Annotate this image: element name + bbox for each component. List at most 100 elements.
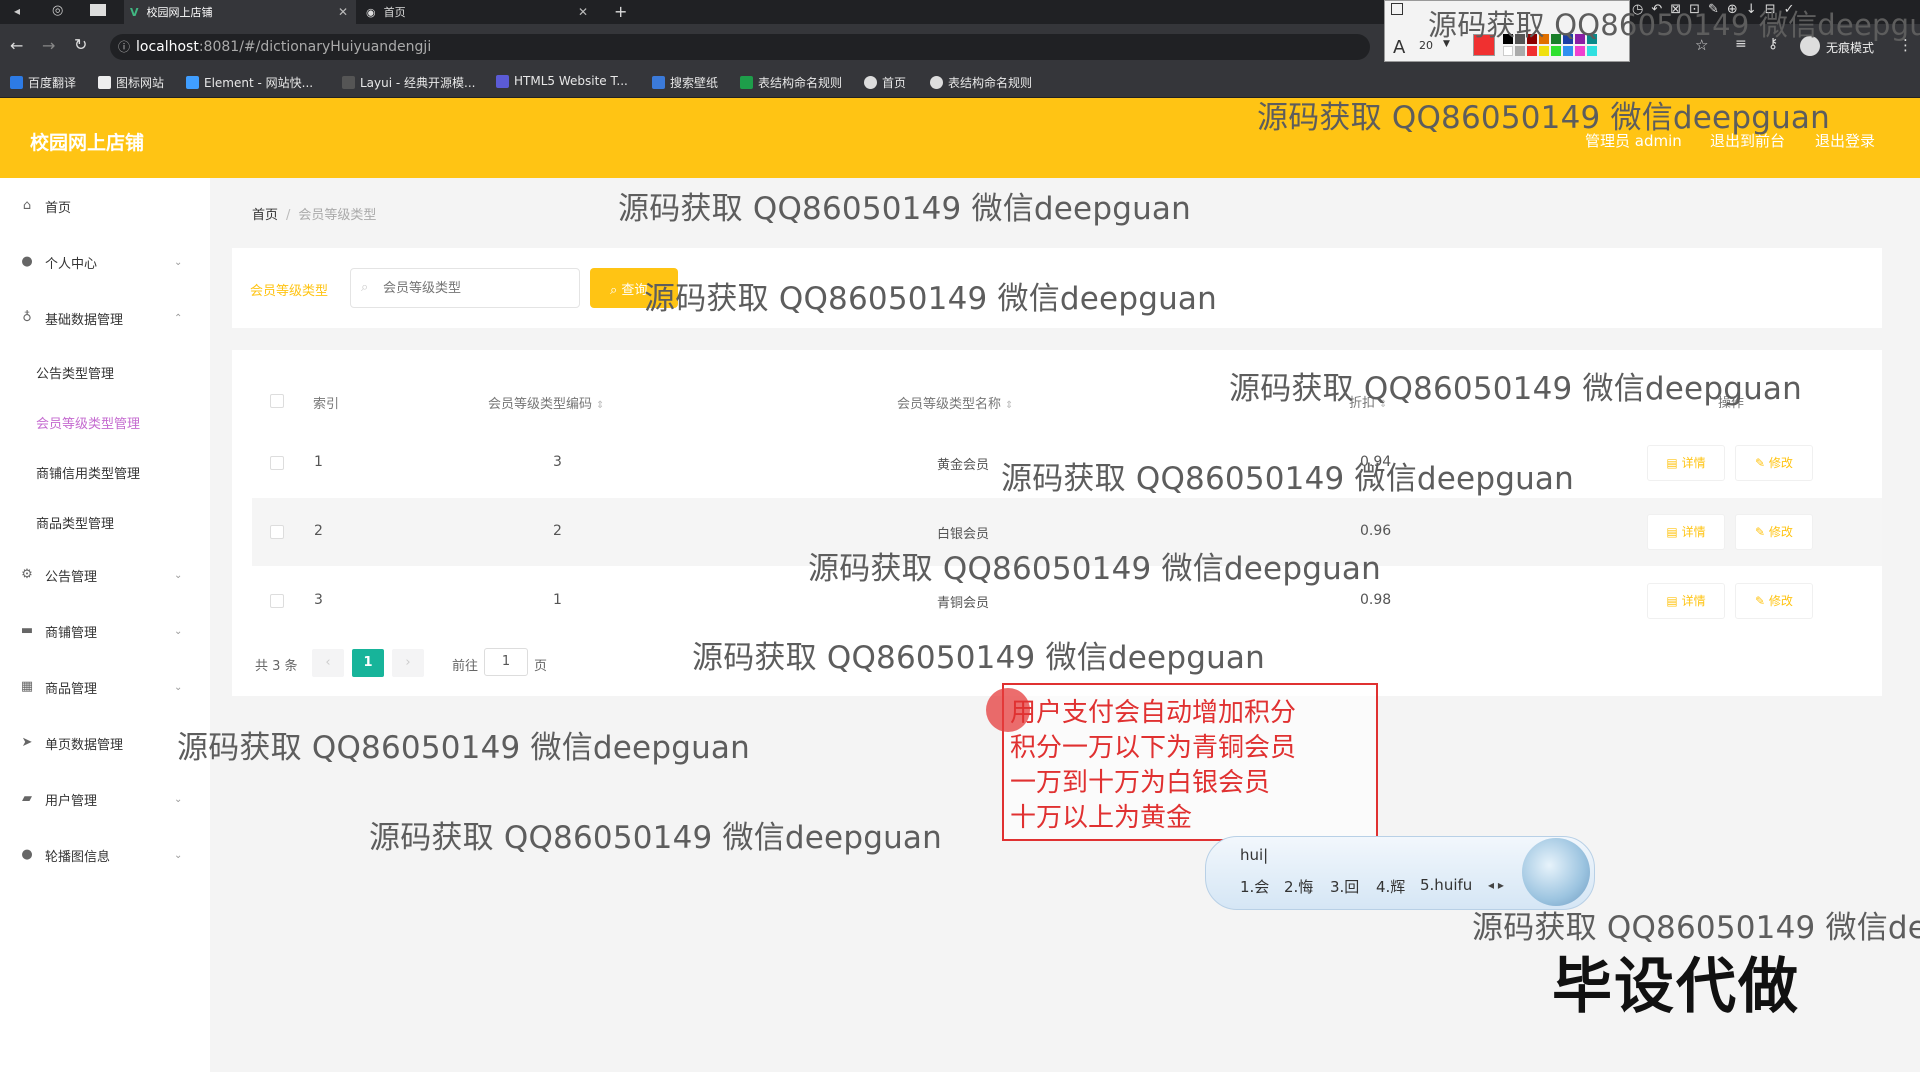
- forward-arrow-icon[interactable]: →: [42, 36, 55, 55]
- sidebar-item-profile[interactable]: ● 个人中心 ⌄: [0, 242, 200, 282]
- sidebar-item-home[interactable]: ⌂ 首页: [0, 186, 200, 226]
- pagination-total: 共 3 条: [255, 659, 298, 674]
- ime-page-arrows-icon[interactable]: ◂ ▸: [1488, 878, 1504, 892]
- watermark: 源码获取 QQ86050149 微信deepguan: [177, 730, 750, 766]
- annotation-line: 十万以上为黄金: [1010, 803, 1193, 833]
- breadcrumb-home[interactable]: 首页: [252, 208, 278, 223]
- sidebar-item-label: 商品管理: [45, 681, 98, 697]
- col-header-code[interactable]: 会员等级类型编码 ⇕: [488, 393, 604, 412]
- color-swatch[interactable]: [1503, 46, 1513, 56]
- sort-icon[interactable]: ⇕: [1005, 400, 1013, 411]
- bookmark-item[interactable]: HTML5 Website T...: [496, 74, 628, 88]
- color-swatch[interactable]: [1563, 46, 1573, 56]
- reload-icon[interactable]: ↻: [74, 35, 87, 54]
- text-tool-icon[interactable]: A: [1393, 37, 1405, 58]
- color-swatch[interactable]: [1527, 46, 1537, 56]
- edit-icon: ✎: [1755, 525, 1769, 539]
- cell-index: 2: [314, 523, 323, 539]
- tab-close-icon[interactable]: ✕: [338, 5, 348, 19]
- detail-button[interactable]: ▤ 详情: [1647, 514, 1725, 550]
- sidebar-item-label: 公告管理: [45, 569, 98, 585]
- back-audio-icon[interactable]: ◂: [14, 4, 20, 18]
- col-header-name[interactable]: 会员等级类型名称 ⇕: [897, 393, 1013, 412]
- ime-candidate[interactable]: 5.huifu: [1420, 876, 1472, 894]
- sort-icon[interactable]: ⇕: [596, 400, 604, 411]
- bookmark-item[interactable]: 百度翻译: [10, 74, 76, 91]
- sidebar-item-users[interactable]: ▰ 用户管理 ⌄: [0, 779, 200, 819]
- sidebar-sub-member-level[interactable]: 会员等级类型管理: [36, 413, 140, 432]
- color-swatch[interactable]: [1551, 46, 1561, 56]
- sidebar-item-label: 首页: [45, 200, 72, 216]
- tab-shop[interactable]: V 校园网上店铺 ✕: [124, 0, 356, 24]
- bookmark-item[interactable]: Element - 网站快...: [186, 74, 313, 91]
- home-icon: ⌂: [22, 198, 32, 213]
- grid-icon: ▦: [20, 679, 34, 694]
- sidebar-item-shop[interactable]: ▬ 商铺管理 ⌄: [0, 611, 200, 651]
- chevron-down-icon: ⌄: [174, 793, 183, 805]
- color-swatch[interactable]: [1587, 46, 1597, 56]
- html5-icon: [496, 74, 509, 88]
- bookmark-label: 搜索壁纸: [670, 76, 719, 90]
- edit-button[interactable]: ✎ 修改: [1735, 583, 1813, 619]
- info-icon[interactable]: ⓘ: [118, 34, 130, 60]
- sidebar-sub-goods-type[interactable]: 商品类型管理: [36, 513, 114, 532]
- prev-page-button[interactable]: ‹: [312, 649, 344, 677]
- ime-candidate[interactable]: 1.会: [1240, 876, 1269, 897]
- edit-button[interactable]: ✎ 修改: [1735, 514, 1813, 550]
- row-checkbox[interactable]: [270, 525, 284, 539]
- detail-button[interactable]: ▤ 详情: [1647, 445, 1725, 481]
- chevron-down-icon: ⌄: [174, 625, 183, 637]
- cell-index: 1: [314, 454, 323, 470]
- page-1-button[interactable]: 1: [352, 649, 384, 677]
- edit-icon: ✎: [1755, 456, 1769, 470]
- row-checkbox[interactable]: [270, 594, 284, 608]
- goto-page-input[interactable]: 1: [484, 648, 528, 676]
- sidebar-item-single-page[interactable]: ➤ 单页数据管理: [0, 723, 200, 763]
- detail-button[interactable]: ▤ 详情: [1647, 583, 1725, 619]
- row-checkbox[interactable]: [270, 456, 284, 470]
- bookmark-label: HTML5 Website T...: [514, 74, 628, 88]
- search-label: 会员等级类型: [250, 284, 329, 299]
- ime-candidate[interactable]: 4.辉: [1376, 876, 1405, 897]
- next-page-button[interactable]: ›: [392, 649, 424, 677]
- bookmark-item[interactable]: 图标网站: [98, 74, 164, 91]
- sidebar-item-notice[interactable]: ⚙ 公告管理 ⌄: [0, 555, 200, 595]
- bookmark-label: 百度翻译: [28, 76, 77, 90]
- sidebar-sub-shop-credit[interactable]: 商铺信用类型管理: [36, 463, 140, 482]
- tab-close-icon[interactable]: ✕: [578, 5, 588, 19]
- rect-tool-icon[interactable]: [1391, 3, 1403, 15]
- sidebar-item-goods[interactable]: ▦ 商品管理 ⌄: [0, 667, 200, 707]
- sidebar-sub-notice-type[interactable]: 公告类型管理: [36, 363, 114, 382]
- sidebar-item-carousel[interactable]: ● 轮播图信息 ⌄: [0, 835, 200, 875]
- window-icon[interactable]: [90, 4, 106, 16]
- bookmark-label: Layui - 经典开源模...: [360, 76, 476, 90]
- search-icon: ⌕: [361, 280, 369, 295]
- sidebar-item-base-data[interactable]: ♁ 基础数据管理 ⌃: [0, 298, 200, 338]
- watermark: 源码获取 QQ86050149 微信deepguan: [369, 820, 942, 856]
- url-field[interactable]: ⓘ localhost:8081/#/dictionaryHuiyuandeng…: [110, 34, 1370, 60]
- ime-candidate[interactable]: 3.回: [1330, 876, 1359, 897]
- new-tab-icon[interactable]: +: [614, 2, 627, 21]
- ime-candidate[interactable]: 2.悔: [1284, 876, 1313, 897]
- cell-index: 3: [314, 592, 323, 608]
- edit-button[interactable]: ✎ 修改: [1735, 445, 1813, 481]
- bookmark-item[interactable]: 首页: [864, 74, 906, 91]
- edit-button-label: 修改: [1768, 525, 1793, 539]
- color-swatch[interactable]: [1515, 46, 1525, 56]
- layui-icon: [342, 76, 355, 89]
- bookmark-item[interactable]: 表结构命名规则: [930, 74, 1032, 91]
- color-swatch[interactable]: [1575, 46, 1585, 56]
- flag-icon: [98, 76, 111, 89]
- search-input[interactable]: [350, 268, 580, 308]
- browser-icon[interactable]: ◎: [52, 3, 63, 18]
- url-path: :8081/#/dictionaryHuiyuandengji: [198, 39, 432, 55]
- color-swatch[interactable]: [1539, 46, 1549, 56]
- back-arrow-icon[interactable]: ←: [10, 36, 23, 55]
- bookmark-item[interactable]: 搜索壁纸: [652, 74, 718, 91]
- bookmark-item[interactable]: Layui - 经典开源模...: [342, 74, 475, 91]
- user-icon: ●: [21, 254, 33, 269]
- doc-icon: ▤: [1666, 456, 1682, 470]
- tab-home[interactable]: ◉ 首页 ✕: [360, 0, 596, 24]
- select-all-checkbox[interactable]: [270, 394, 284, 408]
- bookmark-item[interactable]: 表结构命名规则: [740, 74, 842, 91]
